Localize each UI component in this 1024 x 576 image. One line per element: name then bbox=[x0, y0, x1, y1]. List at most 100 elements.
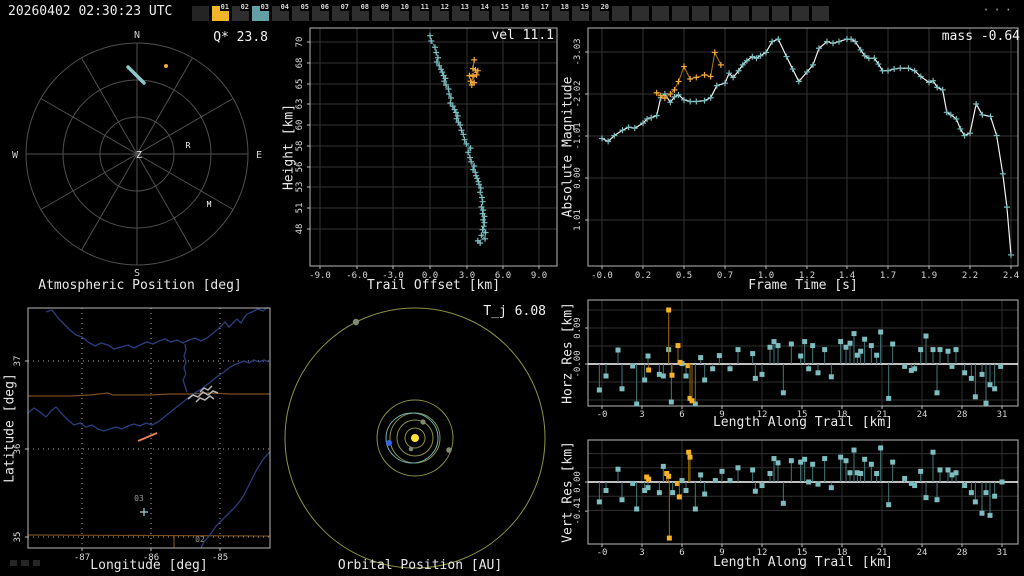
tab-blank[interactable] bbox=[692, 6, 709, 21]
svg-text:-3.03: -3.03 bbox=[573, 38, 583, 65]
tab-18[interactable]: 18 bbox=[552, 3, 570, 21]
tab-19[interactable]: 19 bbox=[572, 3, 590, 21]
tab-number: 03 bbox=[259, 3, 270, 11]
panel-atmospheric-position: NSWEZRM Q* 23.8 Atmospheric Position [de… bbox=[0, 24, 280, 296]
magnitude-ylabel: Absolute Magnitude bbox=[560, 76, 576, 218]
svg-text:60: 60 bbox=[295, 120, 305, 131]
horz-xlabel: Length Along Trail [km] bbox=[712, 415, 893, 430]
map-xlabel: Longitude [deg] bbox=[90, 558, 208, 573]
trail-ylabel: Height [km] bbox=[281, 103, 297, 191]
tab-blank[interactable] bbox=[632, 6, 649, 21]
tab-13[interactable]: 13 bbox=[452, 3, 470, 21]
tab-17[interactable]: 17 bbox=[532, 3, 550, 21]
tab-number: 07 bbox=[339, 3, 350, 11]
panel-ground-map: 03 02 -87 -86 -85 37 36 35 Longitude [deg] bbox=[0, 296, 280, 576]
atmospheric-polar-plot: NSW EZRM bbox=[12, 30, 262, 279]
utc-timestamp: 20260402 02:30:23 UTC bbox=[8, 4, 173, 19]
ground-map-plot: 0302-87 -86 -85373635 bbox=[13, 306, 271, 563]
trail-xlabel: Trail Offset [km] bbox=[366, 278, 501, 293]
tab-blank[interactable] bbox=[732, 6, 749, 21]
tab-number: 16 bbox=[519, 3, 530, 11]
svg-text:03: 03 bbox=[134, 494, 144, 503]
trail-offset-plot: -9.0 -6.0 -3.0 0.0 3.0 6.0 9.07068656360585653… bbox=[295, 27, 558, 281]
svg-text:53: 53 bbox=[295, 182, 305, 193]
tab-03[interactable]: 03 bbox=[252, 3, 270, 21]
tab-09[interactable]: 09 bbox=[372, 3, 390, 21]
orbit-plot bbox=[284, 307, 546, 569]
tab-number: 08 bbox=[359, 3, 370, 11]
orbit-caption: Orbital Position [AU] bbox=[337, 558, 503, 573]
tab-number: 12 bbox=[439, 3, 450, 11]
svg-text:02: 02 bbox=[195, 535, 205, 544]
svg-text:70: 70 bbox=[295, 37, 305, 48]
svg-text:Z: Z bbox=[136, 150, 142, 161]
tab-07[interactable]: 07 bbox=[332, 3, 350, 21]
tab-11[interactable]: 11 bbox=[412, 3, 430, 21]
tab-blank[interactable] bbox=[652, 6, 669, 21]
tab-blank[interactable] bbox=[712, 6, 729, 21]
tab-10[interactable]: 10 bbox=[392, 3, 410, 21]
top-status-bar: 20260402 02:30:23 UTC 01 02 03 04 05 06 07 08 09… bbox=[0, 0, 1024, 24]
svg-text:37: 37 bbox=[13, 356, 23, 367]
panel-trail-offset: -9.0 -6.0 -3.0 0.0 3.0 6.0 9.0 70 68 65 63 60 58 56 53… bbox=[280, 24, 560, 296]
tab-number: 14 bbox=[479, 3, 490, 11]
tab-number: 04 bbox=[279, 3, 290, 11]
svg-text:51: 51 bbox=[295, 203, 305, 214]
tab-number: 06 bbox=[319, 3, 330, 11]
tab-06[interactable]: 06 bbox=[312, 3, 330, 21]
tab-number: 18 bbox=[559, 3, 570, 11]
tab-number: 10 bbox=[399, 3, 410, 11]
tab-blank[interactable] bbox=[192, 6, 209, 21]
svg-text:58: 58 bbox=[295, 141, 305, 152]
horz-ylabel: Horz Res [km] bbox=[560, 302, 576, 404]
tab-number: 19 bbox=[579, 3, 590, 11]
mass-annotation: mass -0.64 bbox=[941, 29, 1020, 44]
svg-text:E: E bbox=[256, 150, 262, 161]
tab-05[interactable]: 05 bbox=[292, 3, 310, 21]
tab-12[interactable]: 12 bbox=[432, 3, 450, 21]
q-star-annotation: Q* 23.8 bbox=[213, 30, 268, 45]
panel-horz-residuals: -0 3 6 9 12 15 18 21 24 28 31 0.09 -0.00 Length Alon… bbox=[560, 296, 1024, 436]
tab-14[interactable]: 14 bbox=[472, 3, 490, 21]
svg-text:68: 68 bbox=[295, 58, 305, 69]
tab-02[interactable]: 02 bbox=[232, 3, 250, 21]
tab-04[interactable]: 04 bbox=[272, 3, 290, 21]
tab-number: 02 bbox=[239, 3, 250, 11]
velocity-annotation: vel 11.1 bbox=[491, 28, 554, 43]
tab-number: 01 bbox=[219, 3, 230, 11]
overflow-menu-icon[interactable]: ··· bbox=[982, 3, 1016, 17]
svg-text:N: N bbox=[134, 30, 140, 41]
tab-blank[interactable] bbox=[672, 6, 689, 21]
tab-number: 15 bbox=[499, 3, 510, 11]
tab-20[interactable]: 20 bbox=[592, 3, 610, 21]
tab-number: 13 bbox=[459, 3, 470, 11]
svg-text:65: 65 bbox=[295, 79, 305, 90]
tab-blank[interactable] bbox=[612, 6, 629, 21]
map-ylabel: Latitude [deg] bbox=[2, 373, 18, 483]
tab-08[interactable]: 08 bbox=[352, 3, 370, 21]
panel-vert-residuals: -0 3 6 9 12 15 18 21 24 28 31 0.00 -0.41 Length Alon… bbox=[560, 436, 1024, 576]
tab-blank[interactable] bbox=[772, 6, 789, 21]
vert-ylabel: Vert Res [km] bbox=[560, 441, 576, 543]
svg-text:56: 56 bbox=[295, 162, 305, 173]
svg-text:W: W bbox=[12, 150, 19, 161]
svg-text:R: R bbox=[186, 141, 191, 150]
app-window: 20260402 02:30:23 UTC 01 02 03 04 05 06 07 08 09… bbox=[0, 0, 1024, 576]
tab-15[interactable]: 15 bbox=[492, 3, 510, 21]
svg-text:35: 35 bbox=[13, 532, 23, 543]
tab-number: 11 bbox=[419, 3, 430, 11]
tab-01[interactable]: 01 bbox=[212, 3, 230, 21]
svg-text:M: M bbox=[207, 200, 212, 209]
tab-number: 20 bbox=[599, 3, 610, 11]
tab-blank[interactable] bbox=[812, 6, 829, 21]
tab-blank[interactable] bbox=[752, 6, 769, 21]
magnitude-xlabel: Frame Time [s] bbox=[748, 278, 858, 293]
tisserand-annotation: T_j 6.08 bbox=[483, 304, 546, 319]
tab-number: 17 bbox=[539, 3, 550, 11]
magnitude-plot: -0.0 0.2 0.5 0.7 1.0 1.2 1.4 1.7 1.9 2.2 2.4-3.03-… bbox=[573, 27, 1019, 281]
vert-xlabel: Length Along Trail [km] bbox=[712, 555, 893, 570]
svg-text:48: 48 bbox=[295, 224, 305, 235]
tab-16[interactable]: 16 bbox=[512, 3, 530, 21]
atmospheric-caption: Atmospheric Position [deg] bbox=[38, 278, 242, 293]
tab-blank[interactable] bbox=[792, 6, 809, 21]
